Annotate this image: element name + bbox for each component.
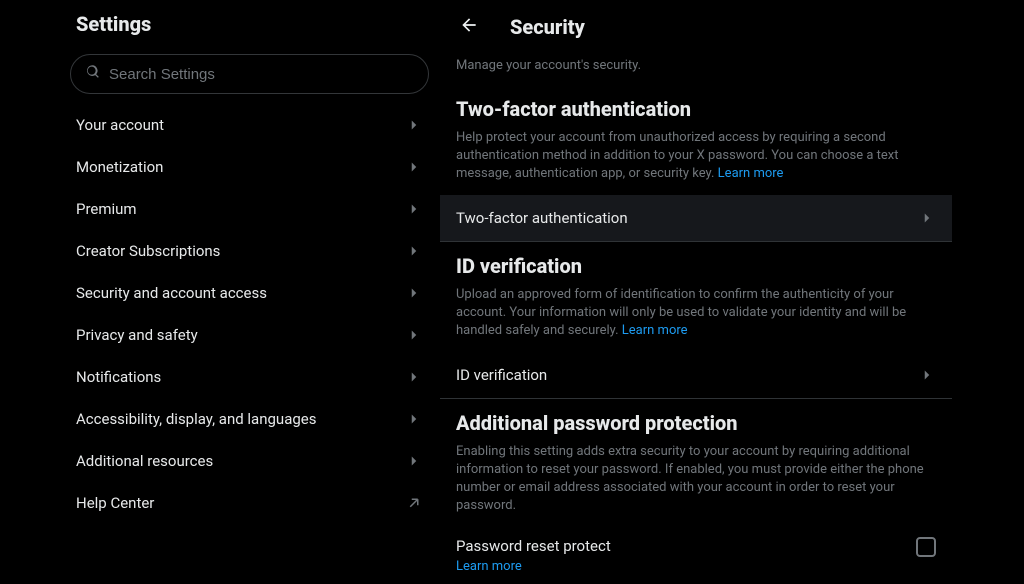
- nav-label: Security and account access: [76, 284, 267, 302]
- page-subtitle: Manage your account's security.: [440, 54, 952, 85]
- search-input[interactable]: [109, 66, 414, 83]
- nav-privacy-safety[interactable]: Privacy and safety: [60, 314, 439, 356]
- back-button[interactable]: [452, 10, 486, 44]
- nav-creator-subscriptions[interactable]: Creator Subscriptions: [60, 230, 439, 272]
- section-heading: Two-factor authentication: [440, 97, 952, 129]
- row-label: Two-factor authentication: [456, 209, 628, 227]
- security-detail-panel: Security Manage your account's security.…: [440, 0, 952, 538]
- section-description: Upload an approved form of identificatio…: [440, 286, 952, 352]
- nav-monetization[interactable]: Monetization: [60, 146, 439, 188]
- nav-label: Additional resources: [76, 452, 213, 470]
- chevron-right-icon: [405, 242, 423, 260]
- nav-additional-resources[interactable]: Additional resources: [60, 440, 439, 482]
- nav-label: Premium: [76, 200, 137, 218]
- external-link-icon: [405, 494, 423, 512]
- settings-title: Settings: [60, 0, 439, 48]
- page-title: Security: [510, 15, 585, 39]
- nav-label: Help Center: [76, 494, 154, 512]
- chevron-right-icon: [405, 410, 423, 428]
- nav-label: Accessibility, display, and languages: [76, 410, 316, 428]
- detail-header: Security: [440, 0, 952, 54]
- chevron-right-icon: [405, 116, 423, 134]
- section-heading: ID verification: [440, 254, 952, 286]
- nav-label: Creator Subscriptions: [76, 242, 220, 260]
- nav-security-account-access[interactable]: Security and account access: [60, 272, 439, 314]
- checkbox-label: Password reset protect: [456, 537, 611, 555]
- chevron-right-icon: [405, 326, 423, 344]
- section-description: Enabling this setting adds extra securit…: [440, 443, 952, 527]
- nav-accessibility-display-languages[interactable]: Accessibility, display, and languages: [60, 398, 439, 440]
- chevron-right-icon: [405, 452, 423, 470]
- row-two-factor-authentication[interactable]: Two-factor authentication: [440, 195, 952, 241]
- search-box[interactable]: [70, 54, 429, 94]
- chevron-right-icon: [405, 200, 423, 218]
- section-heading: Additional password protection: [440, 411, 952, 443]
- password-reset-checkbox[interactable]: [916, 537, 936, 557]
- section-description: Help protect your account from unauthori…: [440, 129, 952, 195]
- nav-notifications[interactable]: Notifications: [60, 356, 439, 398]
- section-additional-password-protection: Additional password protection Enabling …: [440, 399, 952, 584]
- settings-sidebar: Settings Your account Monetization Premi…: [60, 0, 440, 538]
- learn-more-link[interactable]: Learn more: [622, 323, 688, 338]
- chevron-right-icon: [405, 284, 423, 302]
- nav-label: Monetization: [76, 158, 163, 176]
- section-two-factor: Two-factor authentication Help protect y…: [440, 85, 952, 242]
- nav-label: Notifications: [76, 368, 161, 386]
- chevron-right-icon: [918, 209, 936, 227]
- section-id-verification: ID verification Upload an approved form …: [440, 242, 952, 399]
- row-password-reset-protect: Password reset protect: [440, 527, 952, 557]
- nav-label: Your account: [76, 116, 164, 134]
- nav-your-account[interactable]: Your account: [60, 104, 439, 146]
- chevron-right-icon: [405, 368, 423, 386]
- chevron-right-icon: [918, 366, 936, 384]
- row-label: ID verification: [456, 366, 547, 384]
- nav-label: Privacy and safety: [76, 326, 198, 344]
- nav-help-center[interactable]: Help Center: [60, 482, 439, 524]
- learn-more-link[interactable]: Learn more: [440, 557, 952, 584]
- arrow-left-icon: [459, 15, 479, 39]
- row-id-verification[interactable]: ID verification: [440, 352, 952, 398]
- nav-premium[interactable]: Premium: [60, 188, 439, 230]
- search-icon: [85, 64, 101, 84]
- chevron-right-icon: [405, 158, 423, 176]
- learn-more-link[interactable]: Learn more: [718, 166, 784, 181]
